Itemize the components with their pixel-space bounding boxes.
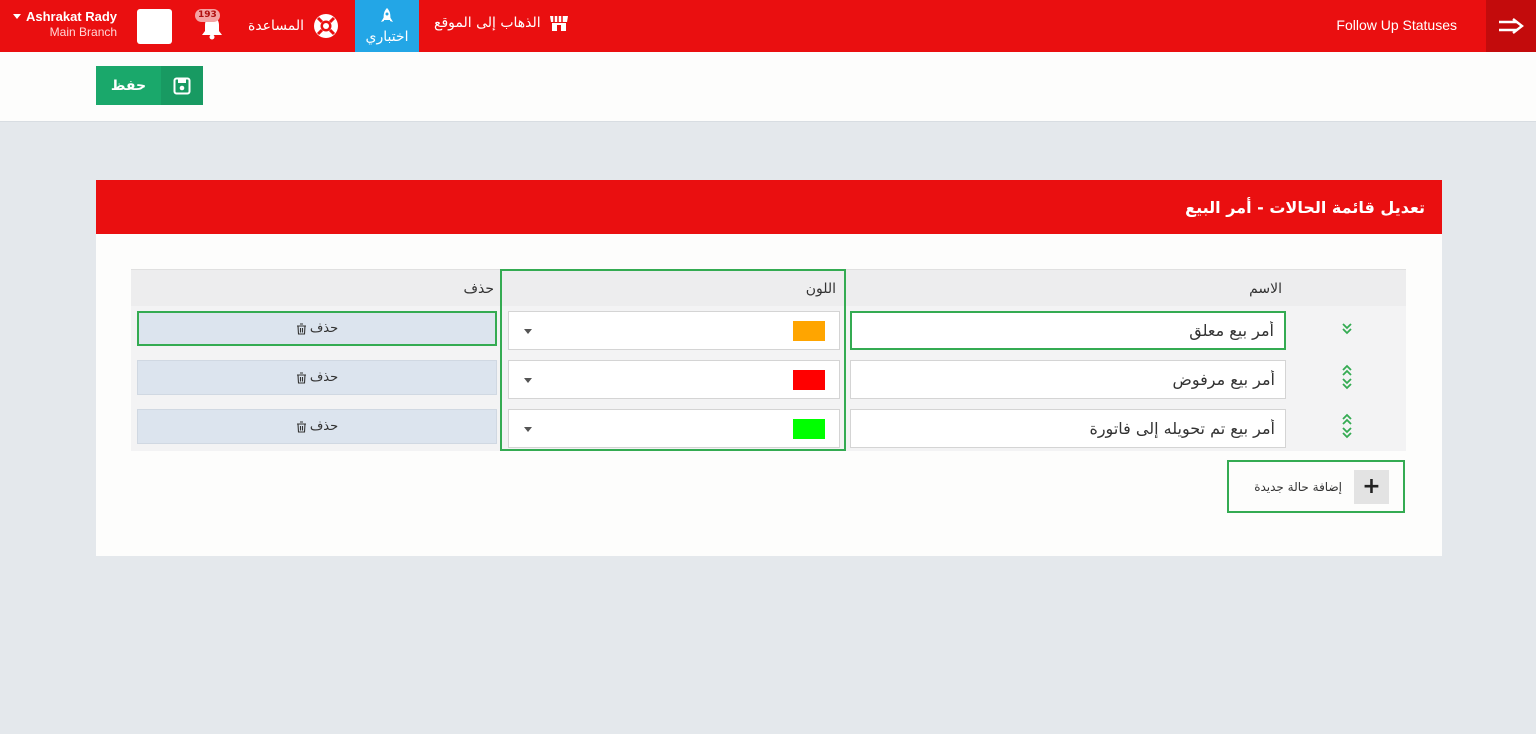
add-status-label: إضافة حالة جديدة [1254,479,1342,494]
notification-badge: 193 [195,9,220,22]
move-up-icon[interactable] [1340,363,1354,377]
statuses-table: الاسم اللون حذف حذف [131,269,1406,451]
color-swatch [793,321,825,341]
help-link[interactable]: المساعدة [248,12,340,40]
goto-site-link[interactable]: الذهاب إلى الموقع [434,14,569,32]
user-menu[interactable]: Ashrakat Rady Main Branch [13,9,117,39]
delete-button[interactable]: حذف [137,360,497,395]
table-row: حذف [131,306,1406,355]
color-select[interactable] [508,409,840,448]
move-down-icon[interactable] [1340,377,1354,391]
panel-title: تعديل قائمة الحالات - أمر البيع [96,180,1442,234]
trash-icon [296,371,306,384]
column-header-name: الاسم [1249,281,1282,297]
trash-icon [296,420,306,433]
action-bar: حفظ [0,52,1536,122]
status-name-input[interactable] [850,311,1286,350]
delete-label: حذف [309,321,339,336]
help-label: المساعدة [248,18,305,34]
page-title: Follow Up Statuses [1336,17,1457,33]
floppy-disk-icon [161,66,203,105]
lifebuoy-icon [314,14,339,38]
trash-icon [296,322,306,335]
status-name-input[interactable] [850,409,1286,448]
table-body: حذف حذف [131,306,1406,451]
rocket-icon [381,8,393,22]
store-icon [549,16,568,31]
table-row: حذف [131,355,1406,404]
caret-down-icon [524,378,532,383]
move-down-icon[interactable] [1340,322,1354,336]
test-mode-button[interactable]: اختباري [355,0,419,52]
delete-button[interactable]: حذف [137,311,497,346]
color-swatch [793,370,825,390]
caret-down-icon [13,14,21,19]
test-mode-label: اختباري [365,29,409,45]
column-header-color: اللون [805,281,836,297]
user-branch: Main Branch [49,25,118,39]
user-name-row: Ashrakat Rady [13,9,117,24]
table-header: الاسم اللون حذف [131,269,1406,306]
color-select[interactable] [508,360,840,399]
top-navbar: Follow Up Statuses Ashrakat Rady Main Br… [0,0,1536,52]
move-down-icon[interactable] [1340,426,1354,440]
plus-icon: + [1354,469,1389,504]
move-up-icon[interactable] [1340,412,1354,426]
delete-button[interactable]: حذف [137,409,497,444]
delete-label: حذف [309,419,339,434]
column-header-delete: حذف [463,281,494,297]
add-status-button[interactable]: إضافة حالة جديدة + [1227,460,1405,513]
sidebar-toggle-button[interactable] [1486,0,1536,52]
save-label: حفظ [110,77,147,94]
delete-label: حذف [309,370,339,385]
statuses-panel: تعديل قائمة الحالات - أمر البيع الاسم ال… [96,180,1442,556]
caret-down-icon [524,427,532,432]
avatar[interactable] [137,9,172,44]
arrow-right-icon [1499,18,1524,34]
caret-down-icon [524,329,532,334]
goto-site-label: الذهاب إلى الموقع [434,15,541,31]
save-button[interactable]: حفظ [96,66,203,105]
color-swatch [793,419,825,439]
status-name-input[interactable] [850,360,1286,399]
table-row: حذف [131,404,1406,453]
color-select[interactable] [508,311,840,350]
user-name: Ashrakat Rady [26,9,118,24]
